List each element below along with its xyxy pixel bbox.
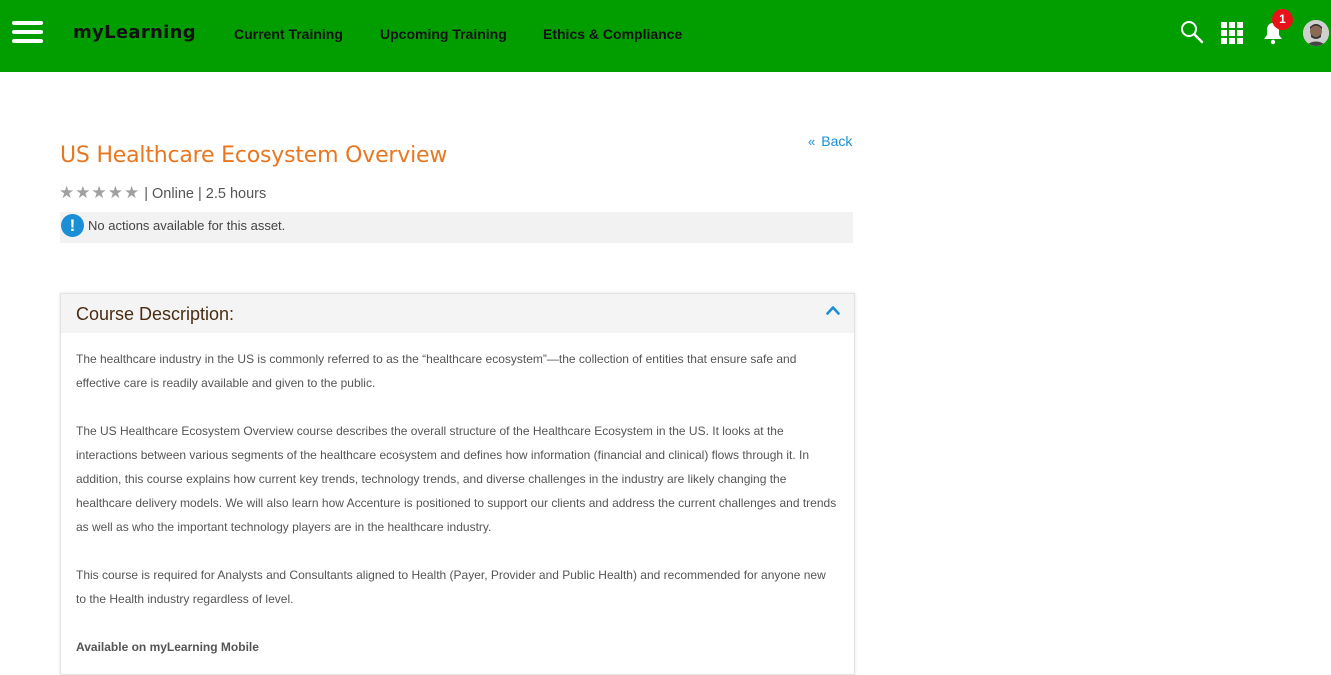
top-navigation-bar: myLearning Current Training Upcoming Tra… (0, 0, 1331, 72)
user-avatar-icon (1303, 20, 1329, 46)
course-meta: ★★★★★ | Online | 2.5 hours (59, 183, 266, 203)
course-format-duration: | Online | 2.5 hours (140, 186, 267, 202)
menu-icon[interactable] (12, 21, 43, 43)
course-description-panel: Course Description: The healthcare indus… (60, 293, 855, 675)
description-paragraph: This course is required for Analysts and… (76, 568, 826, 606)
back-label: Back (821, 133, 853, 149)
search-icon[interactable] (1180, 20, 1204, 44)
mobile-availability-note: Available on myLearning Mobile (76, 640, 259, 654)
course-description-heading: Course Description: (76, 304, 235, 324)
brand-logo[interactable]: myLearning (73, 22, 196, 43)
description-paragraph: The US Healthcare Ecosystem Overview cou… (76, 424, 837, 534)
course-description-header[interactable]: Course Description: (61, 294, 854, 333)
chevron-up-icon[interactable] (826, 305, 840, 315)
star-rating[interactable]: ★★★★★ (59, 183, 140, 202)
notice-text: No actions available for this asset. (88, 218, 286, 233)
nav-current-training[interactable]: Current Training (234, 26, 343, 42)
course-title: US Healthcare Ecosystem Overview (60, 143, 448, 168)
back-link[interactable]: « Back (808, 133, 852, 149)
user-avatar[interactable] (1303, 20, 1329, 46)
no-actions-notice: ! No actions available for this asset. (60, 212, 853, 243)
course-description-body: The healthcare industry in the US is com… (61, 333, 854, 659)
notification-count-badge[interactable]: 1 (1272, 9, 1293, 30)
description-paragraph: The healthcare industry in the US is com… (76, 352, 797, 390)
info-exclamation-icon: ! (61, 214, 84, 237)
apps-grid-icon[interactable] (1221, 22, 1243, 44)
double-chevron-left-icon: « (808, 134, 816, 149)
nav-upcoming-training[interactable]: Upcoming Training (380, 26, 507, 42)
nav-ethics-compliance[interactable]: Ethics & Compliance (543, 26, 682, 42)
